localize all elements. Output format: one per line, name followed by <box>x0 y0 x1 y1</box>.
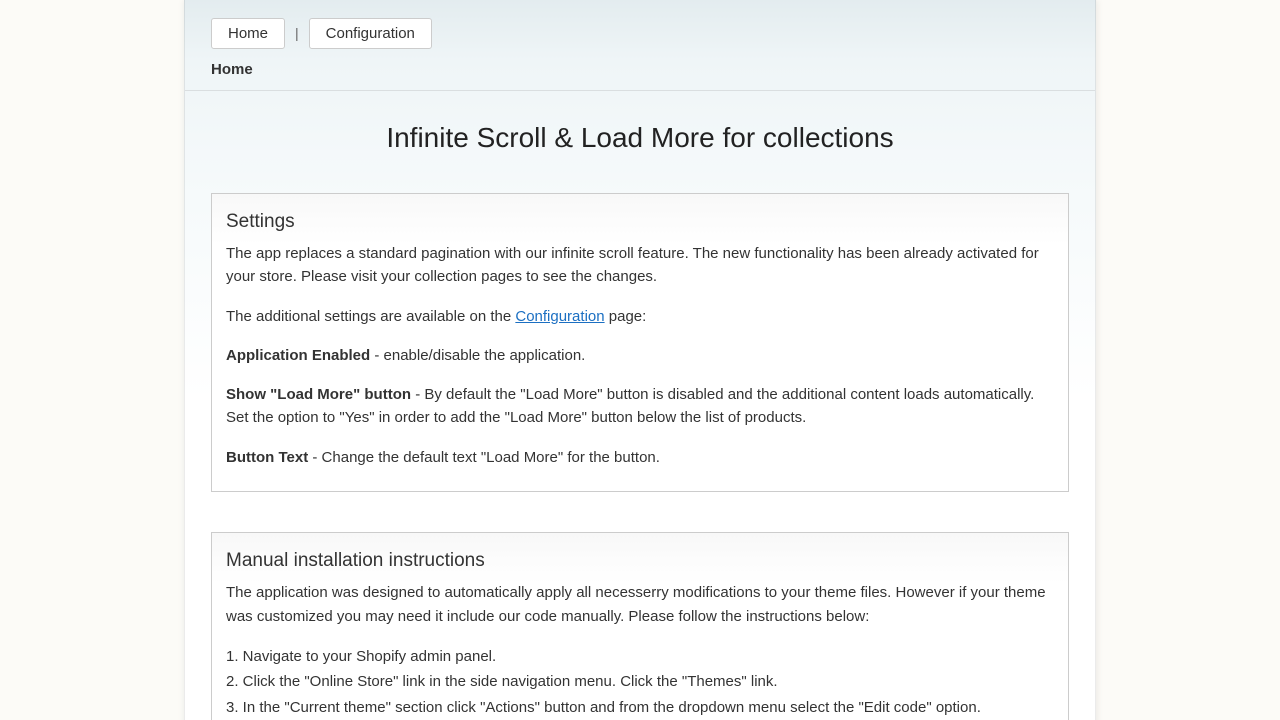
manual-install-card: Manual installation instructions The app… <box>211 532 1069 720</box>
manual-intro-text: The application was designed to automati… <box>226 581 1054 628</box>
settings-card: Settings The app replaces a standard pag… <box>211 193 1069 492</box>
manual-card-title: Manual installation instructions <box>226 547 1054 576</box>
setting-app-enabled: Application Enabled - enable/disable the… <box>226 344 1054 367</box>
setting-button-text: Button Text - Change the default text "L… <box>226 446 1054 469</box>
viewport: Home | Configuration Home Infinite Scrol… <box>0 0 1280 720</box>
home-button[interactable]: Home <box>211 18 285 49</box>
button-text-desc: - Change the default text "Load More" fo… <box>308 449 660 466</box>
breadcrumb: Home <box>185 55 1095 91</box>
setting-show-load-more: Show "Load More" button - By default the… <box>226 383 1054 430</box>
button-text-label: Button Text <box>226 449 308 466</box>
content-area: Settings The app replaces a standard pag… <box>185 193 1095 720</box>
instruction-step-1: 1. Navigate to your Shopify admin panel. <box>226 644 1054 670</box>
nav-separator: | <box>295 23 299 44</box>
instruction-step-2: 2. Click the "Online Store" link in the … <box>226 669 1054 695</box>
settings-intro-text: The app replaces a standard pagination w… <box>226 242 1054 289</box>
settings-additional-text: The additional settings are available on… <box>226 305 1054 328</box>
instruction-step-3: 3. In the "Current theme" section click … <box>226 695 1054 720</box>
app-panel: Home | Configuration Home Infinite Scrol… <box>184 0 1096 720</box>
additional-pre-text: The additional settings are available on… <box>226 308 515 325</box>
top-nav: Home | Configuration <box>185 0 1095 55</box>
configuration-link[interactable]: Configuration <box>515 308 604 325</box>
app-enabled-label: Application Enabled <box>226 347 370 364</box>
show-load-more-label: Show "Load More" button <box>226 386 411 403</box>
settings-card-title: Settings <box>226 208 1054 237</box>
instructions-list: 1. Navigate to your Shopify admin panel.… <box>226 644 1054 720</box>
app-enabled-desc: - enable/disable the application. <box>370 347 585 364</box>
page-title: Infinite Scroll & Load More for collecti… <box>185 91 1095 193</box>
configuration-button[interactable]: Configuration <box>309 18 432 49</box>
additional-post-text: page: <box>605 308 647 325</box>
